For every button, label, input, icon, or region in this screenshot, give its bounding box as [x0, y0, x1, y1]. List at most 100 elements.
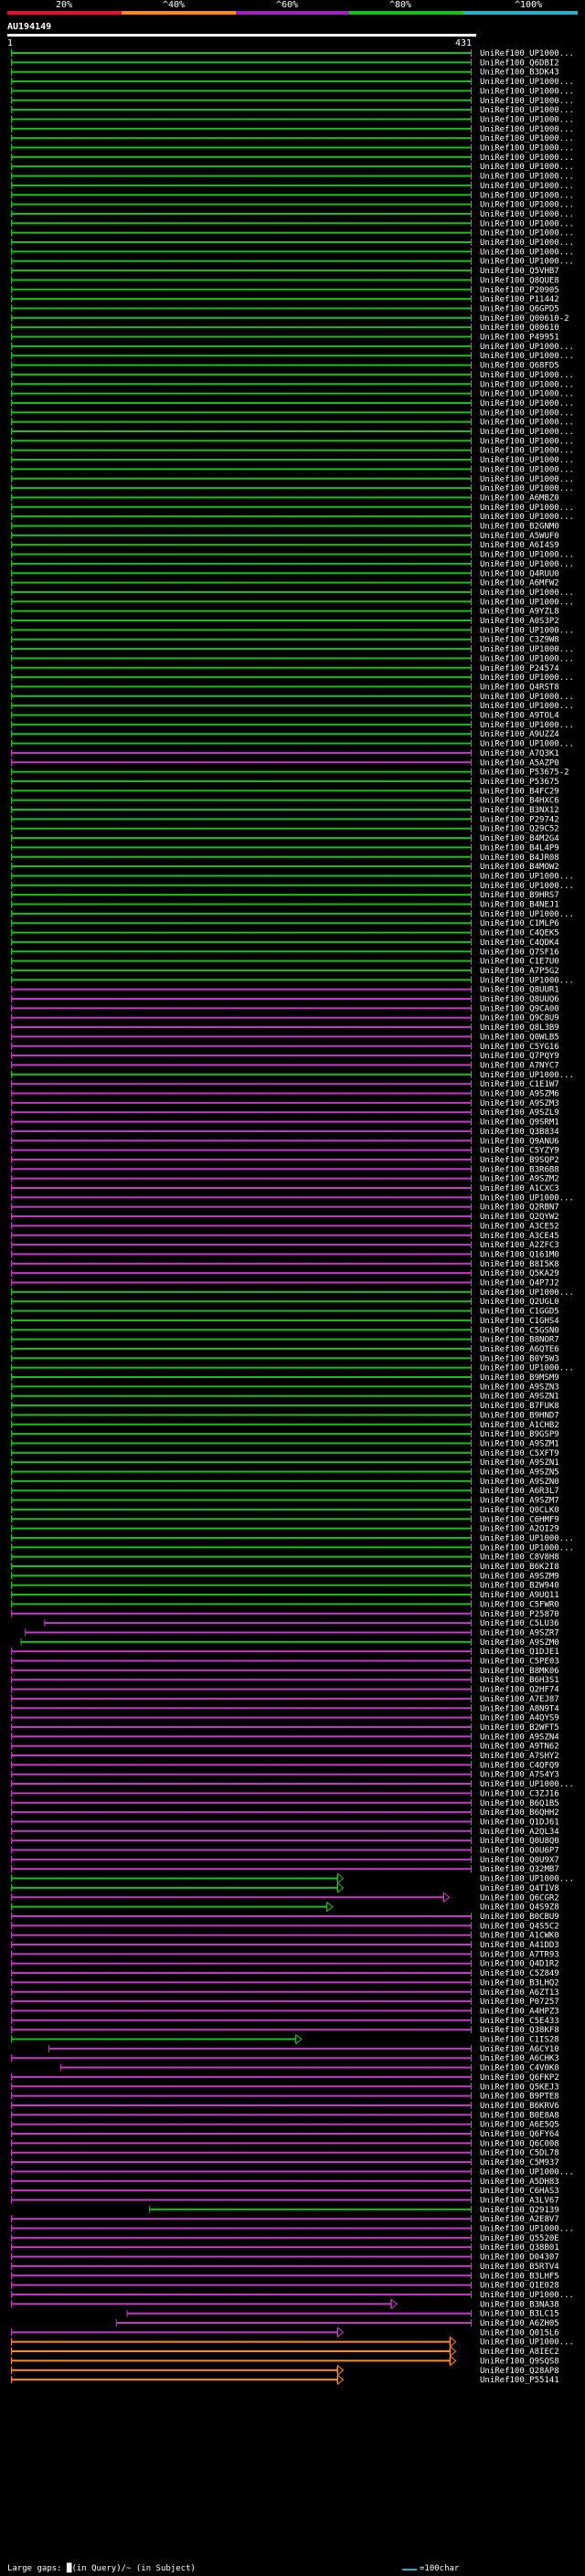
hit-bar[interactable]: [11, 1423, 472, 1426]
hit-bar[interactable]: [11, 761, 472, 764]
hit-label[interactable]: UniRef100_P55141: [480, 2376, 559, 2385]
hit-label[interactable]: UniRef100_Q29C52: [480, 825, 559, 834]
hit-bar[interactable]: [11, 335, 472, 338]
hit-label[interactable]: UniRef100_B8MK06: [480, 1667, 559, 1676]
hit-row[interactable]: UniRef100_A2QI29: [11, 1524, 559, 1534]
hit-label[interactable]: UniRef100_UP1000...: [480, 1288, 574, 1298]
hit-row[interactable]: UniRef100_C1GGD5: [11, 1307, 559, 1317]
hit-row[interactable]: UniRef100_Q6FKP2: [11, 2072, 559, 2083]
hit-bar[interactable]: [11, 241, 472, 243]
hit-label[interactable]: UniRef100_Q015L6: [480, 2328, 559, 2337]
hit-row[interactable]: UniRef100_B4L4P9: [11, 843, 559, 853]
hit-row[interactable]: UniRef100_UP1000...: [11, 380, 574, 389]
hit-row[interactable]: UniRef100_UP1000...: [11, 370, 574, 380]
hit-row[interactable]: UniRef100_A7S4Y3: [11, 1770, 559, 1780]
hit-row[interactable]: UniRef100_A6R3L7: [11, 1487, 559, 1496]
hit-row[interactable]: UniRef100_Q0WLB5: [11, 1033, 559, 1042]
hit-bar[interactable]: [11, 1442, 472, 1445]
hit-bar[interactable]: [25, 1631, 472, 1634]
hit-row[interactable]: UniRef100_Q9C8U9: [11, 1013, 559, 1023]
hit-label[interactable]: UniRef100_C6HMF9: [480, 1515, 559, 1524]
hit-bar[interactable]: [11, 694, 472, 697]
hit-label[interactable]: UniRef100_Q8UUQ6: [480, 995, 559, 1004]
hit-bar[interactable]: [11, 2255, 472, 2258]
hit-label[interactable]: UniRef100_C1E1W7: [480, 1080, 559, 1089]
hit-label[interactable]: UniRef100_A9SZN1: [480, 1393, 559, 1402]
hit-row[interactable]: UniRef100_UP1000...: [11, 200, 574, 210]
hit-bar[interactable]: [11, 52, 472, 54]
hit-bar[interactable]: [11, 2133, 472, 2135]
hit-row[interactable]: UniRef100_Q1DJE1: [11, 1648, 559, 1657]
hit-row[interactable]: UniRef100_P49951: [11, 333, 559, 343]
hit-label[interactable]: UniRef100_UP1000...: [480, 182, 574, 191]
hit-label[interactable]: UniRef100_A7EJ87: [480, 1695, 559, 1704]
hit-row[interactable]: UniRef100_A7Q3K1: [11, 748, 559, 758]
hit-bar[interactable]: [11, 70, 472, 73]
hit-bar[interactable]: [11, 184, 472, 186]
hit-bar[interactable]: [11, 2293, 472, 2295]
hit-label[interactable]: UniRef100_A7S4Y3: [480, 1771, 559, 1780]
hit-row[interactable]: UniRef100_Q5KEJ3: [11, 2083, 559, 2092]
hit-label[interactable]: UniRef100_A6ZH05: [480, 2319, 559, 2328]
hit-row[interactable]: UniRef100_C4QFQ9: [11, 1761, 559, 1770]
hit-bar[interactable]: [11, 581, 472, 584]
hit-bar[interactable]: [11, 1044, 472, 1047]
hit-bar[interactable]: [11, 155, 472, 158]
hit-row[interactable]: UniRef100_B9HND7: [11, 1411, 559, 1420]
hit-label[interactable]: UniRef100_A9SZN4: [480, 1733, 559, 1742]
hit-row[interactable]: UniRef100_Q4S5C2: [11, 1922, 559, 1931]
hit-label[interactable]: UniRef100_UP1000...: [480, 115, 574, 124]
hit-label[interactable]: UniRef100_Q8UUR1: [480, 986, 559, 995]
hit-label[interactable]: UniRef100_B9SQP2: [480, 1156, 559, 1165]
hit-label[interactable]: UniRef100_B0Y5W3: [480, 1354, 559, 1363]
hit-label[interactable]: UniRef100_P20905: [480, 286, 559, 295]
hit-row[interactable]: UniRef100_Q161M0: [11, 1250, 559, 1259]
hit-row[interactable]: UniRef100_A9YZL8: [11, 607, 559, 617]
hit-label[interactable]: UniRef100_A4HPZ3: [480, 2007, 559, 2016]
hit-label[interactable]: UniRef100_Q29139: [480, 2206, 559, 2215]
hit-label[interactable]: UniRef100_UP1000...: [480, 380, 574, 389]
hit-label[interactable]: UniRef100_A9SZM1: [480, 1439, 559, 1448]
hit-bar[interactable]: [11, 1083, 472, 1086]
hit-label[interactable]: UniRef100_UP1000...: [480, 1543, 574, 1553]
hit-bar[interactable]: [11, 118, 472, 121]
hit-row[interactable]: UniRef100_A5DH83: [11, 2177, 559, 2187]
hit-row[interactable]: UniRef100_A3CE45: [11, 1231, 559, 1241]
hit-label[interactable]: UniRef100_C5YG16: [480, 1043, 559, 1052]
hit-bar[interactable]: [11, 449, 472, 451]
hit-row[interactable]: UniRef100_B8MK06: [11, 1666, 559, 1676]
hit-label[interactable]: UniRef100_C4V0K0: [480, 2064, 559, 2073]
hit-bar[interactable]: [11, 2161, 472, 2164]
hit-label[interactable]: UniRef100_Q161M0: [480, 1250, 559, 1259]
hit-label[interactable]: UniRef100_A9SZN5: [480, 1468, 559, 1478]
hit-label[interactable]: UniRef100_Q00610: [480, 323, 559, 333]
hit-row[interactable]: UniRef100_C3ZJ16: [11, 1789, 559, 1798]
hit-bar[interactable]: [11, 383, 472, 386]
hit-label[interactable]: UniRef100_B4M2G4: [480, 834, 559, 843]
hit-label[interactable]: UniRef100_A6E5Q5: [480, 2121, 559, 2130]
hit-bar[interactable]: [11, 2227, 472, 2230]
hit-row[interactable]: UniRef100_UP1000...: [11, 626, 574, 635]
hit-label[interactable]: UniRef100_Q2QYW2: [480, 1213, 559, 1222]
hit-bar[interactable]: [11, 855, 472, 858]
hit-row[interactable]: UniRef100_A9SZN1: [11, 1458, 559, 1468]
hit-row[interactable]: UniRef100_UP1000...: [11, 2168, 574, 2177]
hit-label[interactable]: UniRef100_UP1000...: [480, 447, 574, 456]
hit-bar[interactable]: [11, 1064, 472, 1066]
hit-row[interactable]: UniRef100_UP1000...: [11, 720, 574, 730]
hit-label[interactable]: UniRef100_C5XFT9: [480, 1449, 559, 1458]
hit-row[interactable]: UniRef100_P11442: [11, 295, 559, 304]
hit-label[interactable]: UniRef100_Q0U9X7: [480, 1856, 559, 1865]
hit-row[interactable]: UniRef100_UP1000...: [11, 1780, 574, 1789]
hit-row[interactable]: UniRef100_A8IEC2: [11, 2345, 559, 2358]
hit-label[interactable]: UniRef100_UP1000...: [480, 97, 574, 106]
hit-bar[interactable]: [11, 1725, 472, 1728]
hit-bar[interactable]: [11, 1281, 472, 1284]
hit-label[interactable]: UniRef100_A8N9T4: [480, 1704, 559, 1713]
hit-label[interactable]: UniRef100_C6HAS3: [480, 2187, 559, 2196]
hit-label[interactable]: UniRef100_UP1000...: [480, 872, 574, 881]
hit-row[interactable]: UniRef100_A7NYC7: [11, 1061, 559, 1070]
hit-row[interactable]: UniRef100_Q9ANU6: [11, 1137, 559, 1146]
hit-label[interactable]: UniRef100_A0S3P2: [480, 617, 559, 626]
hit-bar[interactable]: [11, 1735, 472, 1738]
